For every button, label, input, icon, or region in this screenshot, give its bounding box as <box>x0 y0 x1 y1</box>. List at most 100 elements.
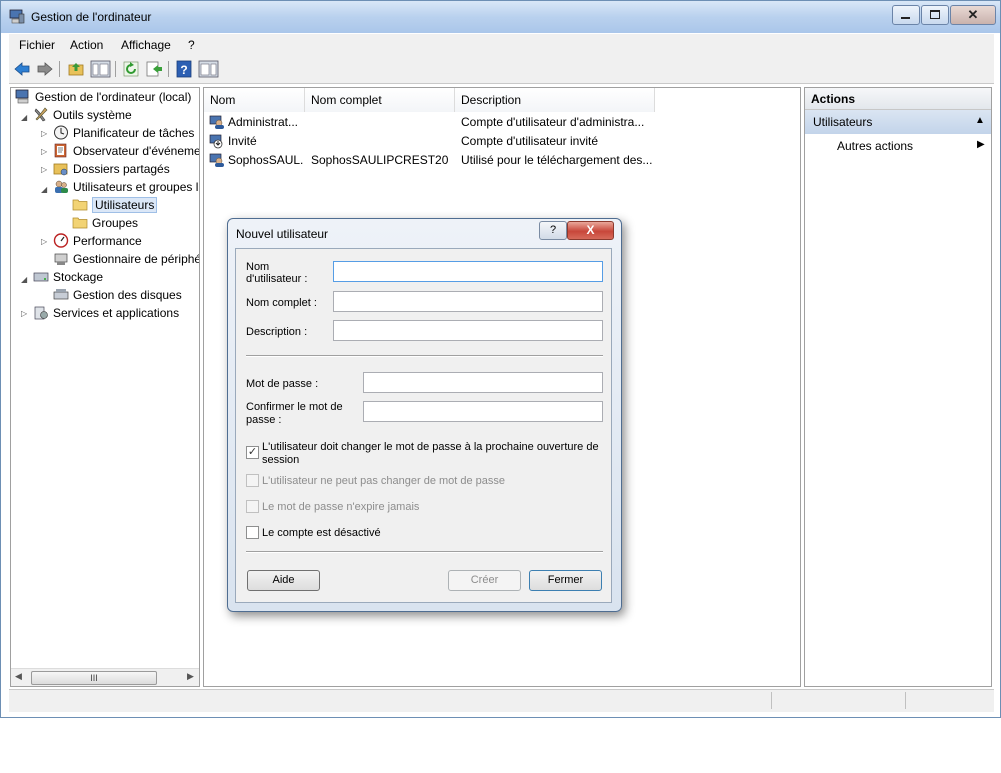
show-hide-action-pane-icon[interactable] <box>198 60 219 78</box>
device-manager-icon <box>54 253 68 265</box>
minimize-button[interactable] <box>892 5 920 25</box>
expanded-arrow-icon[interactable]: ◢ <box>21 113 27 122</box>
guest-user-icon <box>209 134 223 149</box>
list-item[interactable]: SophosSAUL... SophosSAULIPCREST20 Utilis… <box>204 151 800 170</box>
minimize-icon <box>901 17 910 19</box>
username-input[interactable] <box>333 261 603 282</box>
menu-action[interactable]: Action <box>70 38 103 52</box>
actions-pane: Actions Utilisateurs ▲ Autres actions ▶ <box>804 87 992 687</box>
services-icon <box>34 306 48 320</box>
close-button[interactable]: ✕ <box>950 5 996 25</box>
confirm-password-input[interactable] <box>363 401 603 422</box>
column-header-label: Description <box>461 93 522 107</box>
tree-label: Outils système <box>53 108 132 122</box>
dialog-body: Nom d'utilisateur : Nom complet : Descri… <box>235 248 612 603</box>
tree-label: Services et applications <box>53 306 180 320</box>
dialog-title: Nouvel utilisateur <box>236 227 329 241</box>
cell-description: Compte d'utilisateur d'administra... <box>461 115 645 129</box>
refresh-icon[interactable] <box>122 60 140 78</box>
must-change-password-checkbox[interactable]: ✓ <box>246 446 259 459</box>
collapse-up-icon[interactable]: ▲ <box>975 115 985 126</box>
tree-label: Groupes <box>92 216 139 230</box>
cannot-change-password-label: L'utilisateur ne peut pas changer de mot… <box>262 475 506 487</box>
cell-description: Compte d'utilisateur invité <box>461 134 599 148</box>
menu-help[interactable]: ? <box>188 38 195 52</box>
shared-folder-icon <box>53 163 68 176</box>
forward-arrow-icon[interactable] <box>36 60 54 78</box>
divider <box>246 551 603 553</box>
actions-section-label: Utilisateurs <box>813 115 873 129</box>
actions-more-label: Autres actions <box>837 139 914 153</box>
dialog-help-button[interactable]: ? <box>539 221 567 240</box>
expanded-arrow-icon[interactable]: ◢ <box>41 185 47 194</box>
column-header-description[interactable]: Description <box>455 88 655 112</box>
user-icon <box>209 115 224 129</box>
computer-icon <box>15 89 29 104</box>
cannot-change-password-checkbox[interactable] <box>246 474 259 487</box>
status-bar <box>9 689 994 712</box>
close-icon: X <box>586 223 595 237</box>
up-folder-icon[interactable] <box>67 60 85 78</box>
password-input[interactable] <box>363 372 603 393</box>
tree-label: Gestion des disques <box>73 288 182 302</box>
svg-text:?: ? <box>180 63 187 77</box>
list-item[interactable]: Invité Compte d'utilisateur invité <box>204 132 800 151</box>
collapsed-arrow-icon[interactable]: ▷ <box>21 309 27 318</box>
must-change-password-label-line2: session <box>262 454 300 466</box>
actions-more-item[interactable]: Autres actions ▶ <box>805 136 991 156</box>
maximize-button[interactable] <box>921 5 949 25</box>
menu-view[interactable]: Affichage <box>121 38 171 52</box>
actions-section-users[interactable]: Utilisateurs ▲ <box>805 110 991 134</box>
column-header-name[interactable]: Nom <box>204 88 305 112</box>
column-header-label: Nom <box>210 93 236 107</box>
column-header-label: Nom complet <box>311 93 382 107</box>
confirm-password-label: Confirmer le mot de <box>246 401 343 413</box>
collapsed-arrow-icon[interactable]: ▷ <box>41 237 47 246</box>
must-change-password-label: L'utilisateur doit changer le mot de pas… <box>262 441 599 453</box>
collapsed-arrow-icon[interactable]: ▷ <box>41 129 47 138</box>
menu-file[interactable]: Fichier <box>19 38 55 52</box>
back-arrow-icon[interactable] <box>13 60 31 78</box>
account-disabled-checkbox[interactable] <box>246 526 259 539</box>
folder-icon <box>72 217 88 229</box>
password-never-expires-checkbox[interactable] <box>246 500 259 513</box>
close-dialog-button[interactable]: Fermer <box>529 570 602 591</box>
title-bar: Gestion de l'ordinateur ✕ <box>1 1 1000 33</box>
toolbar: ? <box>9 56 994 84</box>
actions-title: Actions <box>811 92 856 106</box>
help-icon[interactable]: ? <box>175 60 193 78</box>
tree-label: Gestionnaire de périphé <box>73 252 200 266</box>
collapsed-arrow-icon[interactable]: ▷ <box>41 165 47 174</box>
collapsed-arrow-icon[interactable]: ▷ <box>41 147 47 156</box>
submenu-arrow-icon: ▶ <box>977 139 985 150</box>
export-list-icon[interactable] <box>145 60 163 78</box>
tree-label: Planificateur de tâches <box>73 126 195 140</box>
help-button[interactable]: Aide <box>247 570 320 591</box>
dialog-close-button[interactable]: X <box>567 221 614 240</box>
tree-label: Observateur d'événeme <box>73 144 200 158</box>
create-button[interactable]: Créer <box>448 570 521 591</box>
divider <box>246 355 603 357</box>
account-disabled-label: Le compte est désactivé <box>262 527 381 539</box>
full-name-input[interactable] <box>333 291 603 312</box>
cell-name: Invité <box>228 134 257 148</box>
confirm-password-label-line2: passe : <box>246 414 282 426</box>
scroll-thumb[interactable]: III <box>31 671 157 685</box>
clock-icon <box>54 125 68 140</box>
column-header-full-name[interactable]: Nom complet <box>305 88 455 112</box>
storage-icon <box>33 272 49 282</box>
scroll-left-arrow-icon[interactable]: ◀ <box>15 671 22 682</box>
expanded-arrow-icon[interactable]: ◢ <box>21 275 27 284</box>
show-hide-tree-icon[interactable] <box>90 60 111 78</box>
tree-horizontal-scrollbar[interactable]: ◀ III ▶ <box>11 668 199 686</box>
scroll-right-arrow-icon[interactable]: ▶ <box>187 671 194 682</box>
menu-bar: Fichier Action Affichage ? <box>9 34 994 56</box>
list-item[interactable]: Administrat... Compte d'utilisateur d'ad… <box>204 113 800 132</box>
help-question-icon: ? <box>549 224 557 236</box>
maximize-icon <box>930 10 940 19</box>
tree-label: Utilisateurs <box>92 197 158 213</box>
computer-management-icon <box>9 9 25 24</box>
tree-label: Stockage <box>53 270 104 284</box>
tree-label: Performance <box>73 234 142 248</box>
description-input[interactable] <box>333 320 603 341</box>
